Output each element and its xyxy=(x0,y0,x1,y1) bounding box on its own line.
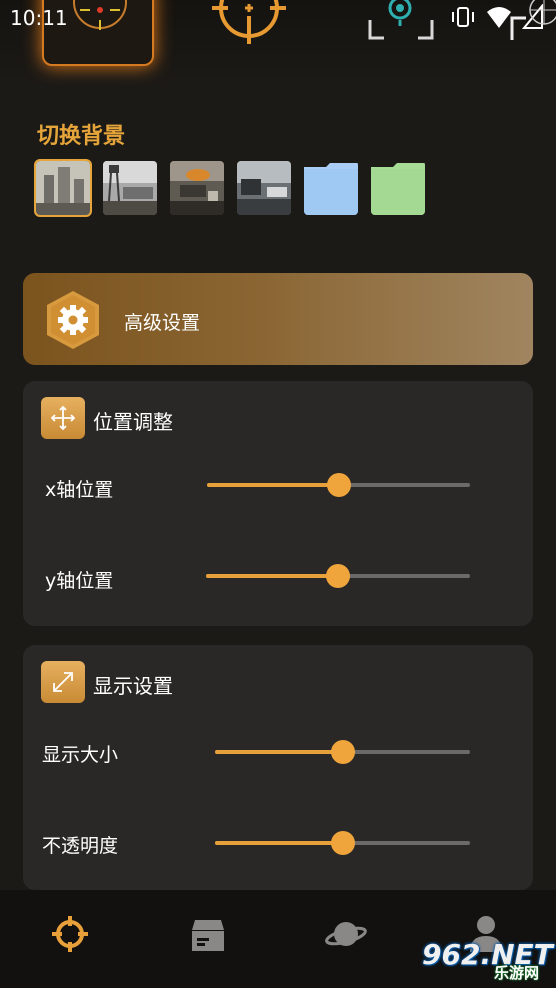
background-section-title: 切换背景 xyxy=(37,124,126,149)
opacity-slider[interactable] xyxy=(215,831,470,855)
slider-knob[interactable] xyxy=(330,740,355,764)
position-panel: 位置调整 x轴位置 y轴位置 xyxy=(23,381,533,626)
y-position-slider[interactable] xyxy=(206,564,470,588)
nav-box[interactable] xyxy=(186,912,230,956)
blue-folder-thumbnail[interactable] xyxy=(304,161,358,215)
display-size-slider[interactable] xyxy=(215,740,470,764)
watermark-logo: 962.NET 乐游网 xyxy=(416,938,553,984)
ruined-city-thumbnail[interactable] xyxy=(34,159,92,217)
status-time: 10:11 xyxy=(10,6,68,30)
x-position-slider[interactable] xyxy=(207,473,470,497)
display-panel-title: 显示设置 xyxy=(93,674,173,698)
watchtower-thumbnail[interactable] xyxy=(103,161,157,215)
green-folder-thumbnail[interactable] xyxy=(371,161,425,215)
nav-crosshair[interactable] xyxy=(48,912,92,956)
display-size-label: 显示大小 xyxy=(42,744,119,766)
position-panel-title: 位置调整 xyxy=(93,410,173,434)
y-position-label: y轴位置 xyxy=(45,570,114,592)
watermark-small-text: 乐游网 xyxy=(494,964,540,982)
battlefield-thumbnail[interactable] xyxy=(237,161,291,215)
x-position-label: x轴位置 xyxy=(45,479,114,501)
advanced-settings-card[interactable]: 高级设置 xyxy=(23,273,533,365)
box-icon xyxy=(192,920,224,951)
battle-thumbnail[interactable] xyxy=(170,161,224,215)
slider-knob[interactable] xyxy=(326,473,351,497)
advanced-settings-label: 高级设置 xyxy=(124,312,201,334)
move-arrows-icon xyxy=(41,397,85,439)
display-panel: 显示设置 显示大小 不透明度 xyxy=(23,645,533,890)
crosshair-option-icon[interactable] xyxy=(212,0,286,46)
slider-knob[interactable] xyxy=(326,564,350,588)
slider-knob[interactable] xyxy=(330,831,355,855)
planet-icon xyxy=(325,922,367,946)
corner-target-icon[interactable] xyxy=(508,0,556,46)
nav-planet[interactable] xyxy=(324,912,368,956)
resize-icon xyxy=(41,661,85,703)
crosshair-icon xyxy=(52,916,88,952)
background-thumbnails xyxy=(34,159,425,217)
vibrate-icon xyxy=(452,7,474,27)
target-option-icon[interactable] xyxy=(366,0,436,44)
gear-icon xyxy=(47,291,99,349)
opacity-label: 不透明度 xyxy=(42,835,119,857)
